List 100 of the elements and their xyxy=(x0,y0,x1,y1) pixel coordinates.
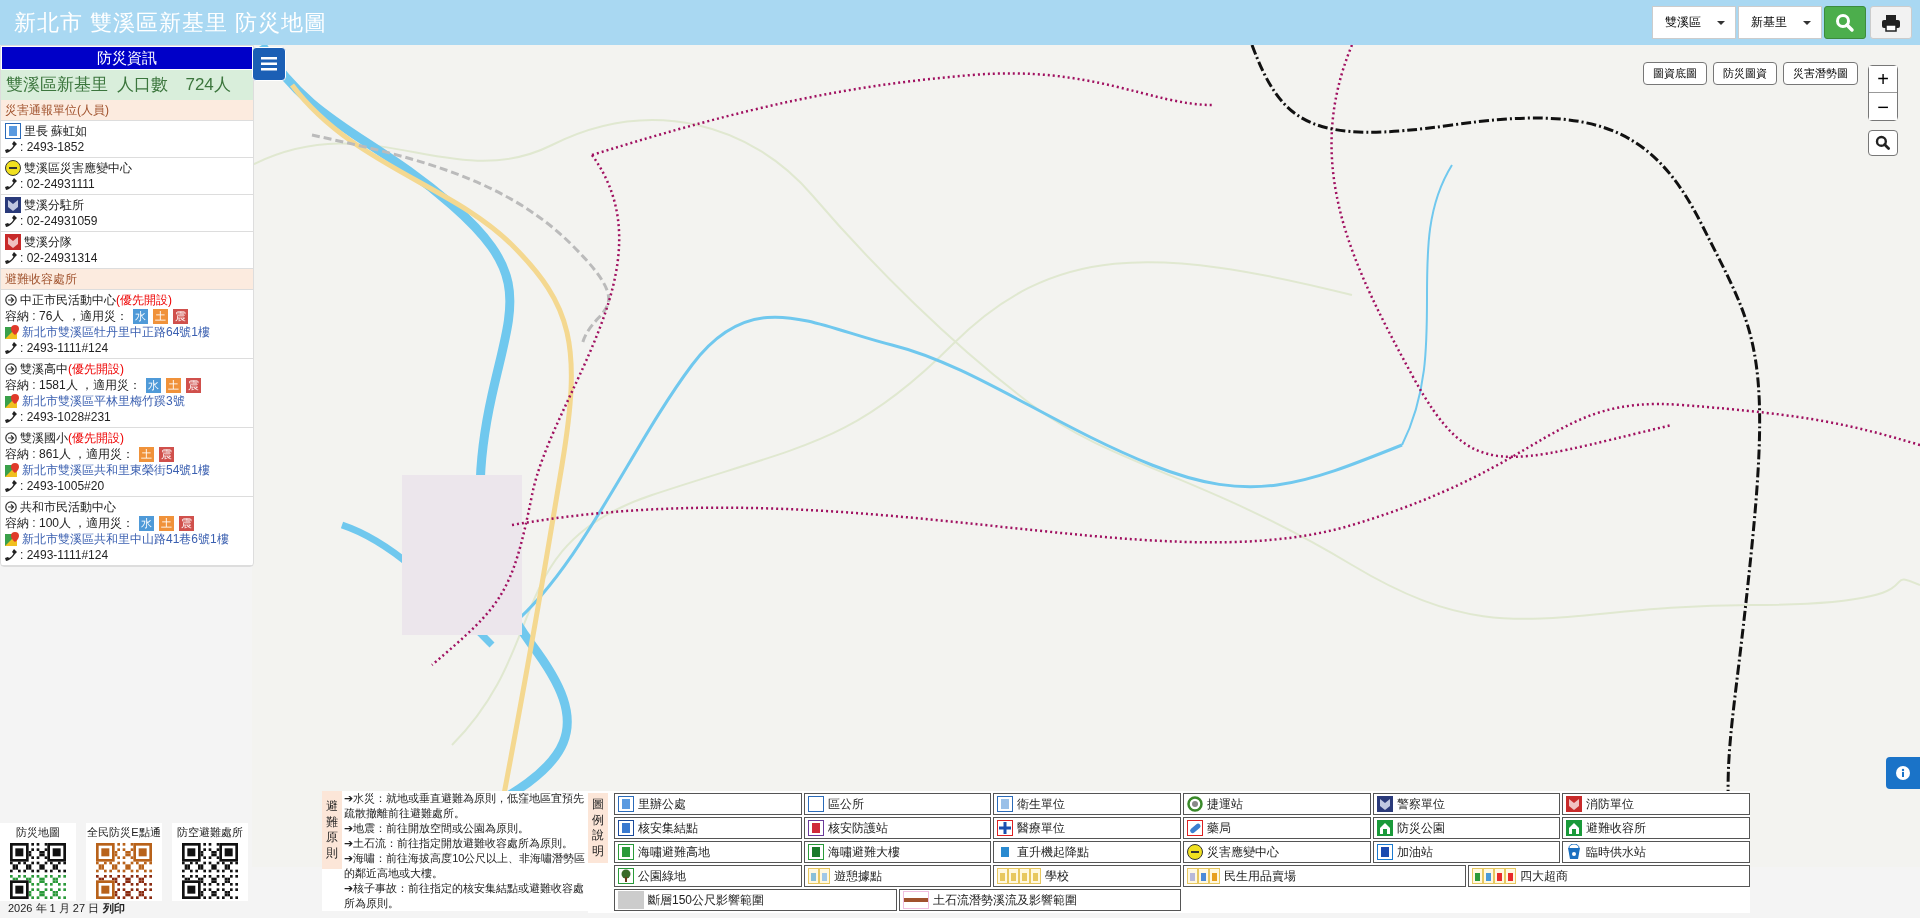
tile-row-icon xyxy=(1187,868,1220,884)
caret-icon xyxy=(1803,20,1811,25)
priority-label: (優先開設) xyxy=(116,292,172,308)
badge-icon xyxy=(1187,844,1203,860)
population-summary: 雙溪區新基里 人口數 724人 xyxy=(1,70,253,100)
hazard-tag: 土 xyxy=(152,308,168,324)
zoom-in-button[interactable]: + xyxy=(1869,66,1897,93)
shield-icon xyxy=(1566,796,1583,812)
legend-title: 圖例說明 xyxy=(588,793,608,864)
legend-label: 核安集結點 xyxy=(638,819,698,837)
info-icon xyxy=(1896,766,1910,780)
phone-icon xyxy=(5,480,17,492)
phone-icon xyxy=(5,252,17,264)
contact-name: 里長 蘇虹如 xyxy=(24,123,88,139)
ring-icon xyxy=(1187,796,1203,812)
legend-label: 學校 xyxy=(1045,867,1070,885)
print-button[interactable] xyxy=(1870,6,1912,39)
layer-button[interactable]: 圖資底圖 xyxy=(1643,62,1707,85)
page-title: 新北市 雙溪區新基里 防災地圖 xyxy=(14,8,328,37)
arrow-circle-icon xyxy=(5,432,17,444)
bucket-icon xyxy=(1566,844,1583,860)
hazard-tag: 震 xyxy=(172,308,188,324)
address-link[interactable]: 新北市雙溪區共和里中山路41巷6號1樓 xyxy=(22,531,229,547)
printer-icon xyxy=(1881,13,1901,32)
pill-icon xyxy=(1187,820,1203,836)
hazard-tag: 水 xyxy=(132,308,148,324)
phone-number: : 02-24931111 xyxy=(20,176,95,192)
legend-label: 衛生單位 xyxy=(1017,795,1066,813)
address-link[interactable]: 新北市雙溪區牡丹里中正路64號1樓 xyxy=(22,324,211,340)
arrow-circle-icon xyxy=(5,294,17,306)
legend-label: 民生用品賣場 xyxy=(1224,867,1296,885)
phone-icon xyxy=(5,549,17,561)
phone-number: : 2493-1111#124 xyxy=(20,547,109,563)
legend-label: 土石流潛勢溪流及影響範圍 xyxy=(932,891,1077,909)
priority-label: (優先開設) xyxy=(68,361,124,377)
tile-icon xyxy=(618,796,634,812)
phone-number: : 2493-1028#231 xyxy=(20,409,111,425)
print-link[interactable]: 列印 xyxy=(103,901,126,916)
legend-label: 醫療單位 xyxy=(1017,819,1066,837)
map-pin-icon xyxy=(5,394,19,408)
tile-row-icon xyxy=(807,868,830,884)
village-select[interactable]: 新基里 xyxy=(1738,6,1822,39)
principle-text: ➔土石流：前往指定開放避難收容處所為原則。 xyxy=(344,836,575,851)
hazard-tag: 土 xyxy=(166,377,182,393)
phone-icon xyxy=(5,342,17,354)
shelter-name: 雙溪國小 xyxy=(20,430,68,446)
shelter-name: 雙溪高中 xyxy=(20,361,68,377)
phone-icon xyxy=(5,141,17,153)
legend-label: 核安防護站 xyxy=(827,819,888,837)
map-pin-icon xyxy=(5,532,19,546)
capacity-text: 容納 : 100人 ，適用災： xyxy=(5,515,135,531)
map-search-button[interactable] xyxy=(1868,130,1898,156)
legend-label: 區公所 xyxy=(827,795,864,813)
info-button[interactable] xyxy=(1886,757,1920,789)
tile-icon xyxy=(807,820,824,836)
layer-button[interactable]: 災害潛勢圖 xyxy=(1783,62,1858,85)
menu-button[interactable] xyxy=(252,47,286,81)
qr-label: 全民防災E點通 xyxy=(87,825,161,840)
principle-text: ➔地震：前往開放空間或公園為原則。 xyxy=(344,821,531,836)
address-link[interactable]: 新北市雙溪區平林里梅竹蹊3號 xyxy=(22,393,185,409)
legend-label: 消防單位 xyxy=(1586,795,1635,813)
legend-label: 加油站 xyxy=(1396,843,1433,861)
badge-icon xyxy=(5,160,21,176)
legend-label: 直升機起降點 xyxy=(1017,843,1090,861)
qr-code xyxy=(96,843,152,899)
phone-icon xyxy=(5,411,17,423)
phone-number: : 2493-1852 xyxy=(20,139,85,155)
qr-code xyxy=(10,843,66,899)
tile-icon xyxy=(618,844,634,860)
legend-label: 斷層150公尺影響範圍 xyxy=(648,891,765,909)
legend-label: 海嘯避難大樓 xyxy=(827,843,900,861)
qr-label: 防災地圖 xyxy=(16,825,60,840)
shield-icon xyxy=(1376,796,1393,812)
legend-label: 防災公園 xyxy=(1396,819,1445,837)
address-link[interactable]: 新北市雙溪區共和里東榮街54號1樓 xyxy=(22,462,211,478)
qr-label: 防空避難處所 xyxy=(177,825,243,840)
arrow-circle-icon xyxy=(5,501,17,513)
district-select[interactable]: 雙溪區 xyxy=(1652,6,1736,39)
legend-label: 災害應變中心 xyxy=(1207,843,1279,861)
tree-icon xyxy=(618,868,634,884)
legend-label: 藥局 xyxy=(1207,819,1231,837)
principle-text: ➔海嘯：前往海拔高度10公尺以上、非海嘯潛勢區的鄰近高地或大樓。 xyxy=(344,851,587,881)
search-button[interactable] xyxy=(1824,6,1866,39)
map-pin-icon xyxy=(5,325,19,339)
layer-button[interactable]: 防災圖資 xyxy=(1713,62,1777,85)
hazard-tag: 土 xyxy=(159,515,175,531)
legend-label: 臨時供水站 xyxy=(1586,843,1647,861)
phone-number: : 2493-1005#20 xyxy=(20,478,105,494)
shield-icon xyxy=(5,234,21,250)
cross-icon xyxy=(997,820,1014,836)
principle-text: ➔核子事故：前往指定的核安集結點或避難收容處所為原則。 xyxy=(344,881,586,911)
legend-label: 海嘯避難高地 xyxy=(638,843,710,861)
legend-label: 里辦公處 xyxy=(638,795,686,813)
phone-icon xyxy=(5,215,17,227)
tile-icon xyxy=(997,796,1014,812)
map-pin-icon xyxy=(5,463,19,477)
phone-number: : 2493-1111#124 xyxy=(20,340,109,356)
tile-row-icon xyxy=(997,868,1042,884)
legend-label: 遊憩據點 xyxy=(833,867,882,885)
tile-icon xyxy=(807,796,824,812)
